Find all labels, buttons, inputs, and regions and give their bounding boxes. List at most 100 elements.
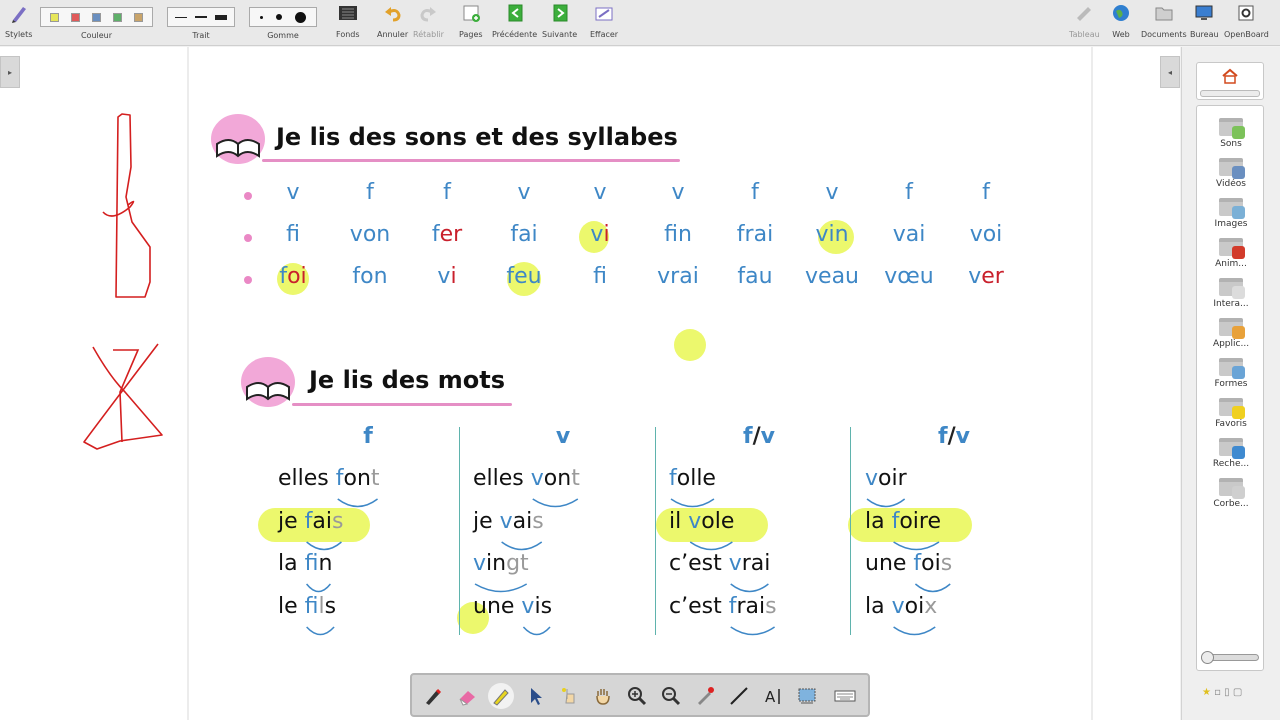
word-part: t bbox=[370, 466, 380, 491]
syllable-part: in bbox=[677, 222, 692, 247]
laser-pointer-icon[interactable] bbox=[692, 683, 718, 709]
syllable-part: œu bbox=[897, 264, 934, 289]
word-item: le fils bbox=[278, 594, 336, 619]
line-tool-icon[interactable] bbox=[726, 683, 752, 709]
effacer-button[interactable]: Effacer bbox=[590, 2, 618, 39]
eraser-medium-button[interactable] bbox=[275, 14, 282, 20]
library-item-applic[interactable]: Applic... bbox=[1197, 318, 1265, 349]
precedente-button[interactable]: Précédente bbox=[492, 2, 537, 39]
word-part: c’est bbox=[669, 594, 729, 619]
library-scrollbar[interactable] bbox=[1200, 90, 1260, 97]
eraser-size-group bbox=[249, 7, 317, 27]
word-part: f bbox=[304, 551, 319, 576]
zoom-out-icon[interactable] bbox=[658, 683, 684, 709]
syllable-part: v bbox=[892, 222, 906, 247]
page-icon[interactable]: ▯ bbox=[1224, 687, 1230, 698]
word-part: f bbox=[304, 594, 319, 619]
stylets-button[interactable]: Stylets bbox=[5, 2, 32, 39]
line-thick-button[interactable] bbox=[215, 14, 227, 20]
syllable-part: v bbox=[969, 222, 983, 247]
syllable-part: er bbox=[981, 264, 1004, 289]
word-part: v bbox=[530, 466, 544, 491]
folder-badge bbox=[1232, 166, 1245, 179]
toggle-library-panel[interactable]: ◂ bbox=[1160, 56, 1180, 88]
folder-badge bbox=[1232, 406, 1245, 419]
bureau-label: Bureau bbox=[1190, 30, 1219, 39]
highlighter-tool-icon[interactable] bbox=[488, 683, 514, 709]
color-swatch-brown[interactable] bbox=[134, 12, 143, 22]
effacer-label: Effacer bbox=[590, 30, 619, 39]
interact-tool-icon[interactable] bbox=[556, 683, 582, 709]
syllable-part: eau bbox=[818, 264, 859, 289]
zoom-slider[interactable] bbox=[1201, 651, 1259, 664]
retablir-button[interactable]: Rétablir bbox=[413, 2, 444, 39]
folder-badge bbox=[1232, 446, 1245, 459]
svg-text:A: A bbox=[765, 688, 776, 706]
retablir-label: Rétablir bbox=[413, 30, 444, 39]
web-button[interactable]: Web bbox=[1110, 2, 1132, 39]
toggle-pages-panel[interactable]: ▸ bbox=[0, 56, 20, 88]
syllable: fer bbox=[432, 222, 462, 247]
pages-button[interactable]: Pages bbox=[459, 2, 483, 39]
color-swatch-green[interactable] bbox=[113, 12, 122, 22]
library-item-intera[interactable]: Intera... bbox=[1197, 278, 1265, 309]
bureau-button[interactable]: Bureau bbox=[1190, 2, 1219, 39]
word-item: folle bbox=[669, 466, 716, 491]
hand-tool-icon[interactable] bbox=[590, 683, 616, 709]
library-item-anim[interactable]: Anim... bbox=[1197, 238, 1265, 269]
eraser-tool-icon[interactable] bbox=[454, 683, 480, 709]
color-swatch-yellow[interactable] bbox=[50, 12, 59, 22]
fonds-button[interactable]: Fonds bbox=[336, 2, 360, 39]
tableau-button[interactable]: Tableau bbox=[1069, 2, 1100, 39]
library-item-reche[interactable]: Reche... bbox=[1197, 438, 1265, 469]
new-folder-icon[interactable]: ▫ bbox=[1214, 687, 1221, 698]
zoom-slider-handle[interactable] bbox=[1201, 651, 1214, 664]
syllable-part: v bbox=[805, 264, 819, 289]
color-swatch-red[interactable] bbox=[71, 12, 80, 22]
openboard-menu-button[interactable]: OpenBoard bbox=[1224, 2, 1269, 39]
suivante-button[interactable]: Suivante bbox=[542, 2, 577, 39]
annuler-button[interactable]: Annuler bbox=[377, 2, 408, 39]
select-tool-icon[interactable] bbox=[522, 683, 548, 709]
column-header-letter: v bbox=[760, 424, 775, 449]
folder-badge bbox=[1232, 126, 1245, 139]
word-part: is bbox=[534, 594, 553, 619]
search-folder-icon bbox=[1219, 438, 1245, 459]
delete-icon[interactable]: ▢ bbox=[1233, 687, 1242, 698]
eraser-small-button[interactable] bbox=[259, 15, 263, 19]
sound-folder-icon bbox=[1219, 118, 1245, 139]
library-item-sons[interactable]: Sons bbox=[1197, 118, 1265, 149]
library-item-images[interactable]: Images bbox=[1197, 198, 1265, 229]
word-part: s bbox=[324, 594, 337, 619]
board-canvas[interactable]: Je lis des sons et des syllabes v f f v v v f v f… bbox=[0, 47, 1180, 720]
text-tool-icon[interactable]: A bbox=[760, 683, 786, 709]
word-part: la bbox=[865, 509, 892, 534]
library-item-formes[interactable]: Formes bbox=[1197, 358, 1265, 389]
word-item: c’est frais bbox=[669, 594, 777, 619]
eraser-large-button[interactable] bbox=[295, 11, 307, 23]
syllable: vi bbox=[437, 264, 456, 289]
trash-icon bbox=[1219, 478, 1245, 499]
color-swatch-blue[interactable] bbox=[92, 12, 101, 22]
line-medium-button[interactable] bbox=[195, 16, 207, 18]
zoom-in-icon[interactable] bbox=[624, 683, 650, 709]
stylus-toolbar: A bbox=[410, 673, 870, 717]
capture-tool-icon[interactable] bbox=[794, 683, 820, 709]
library-item-label: Vidéos bbox=[1216, 179, 1246, 189]
library-item-favoris[interactable]: Favoris bbox=[1197, 398, 1265, 429]
column-header: v bbox=[556, 424, 570, 449]
pen-tool-icon[interactable] bbox=[420, 683, 446, 709]
previous-page-icon bbox=[504, 2, 526, 24]
word-item: je vais bbox=[473, 509, 544, 534]
syllable: vrai bbox=[657, 264, 699, 289]
couleur-label: Couleur bbox=[80, 31, 113, 40]
documents-button[interactable]: Documents bbox=[1141, 2, 1187, 39]
library-navigation bbox=[1196, 62, 1264, 100]
syllable: v bbox=[671, 180, 685, 205]
star-icon[interactable]: ★ bbox=[1202, 687, 1211, 698]
library-item-vidéos[interactable]: Vidéos bbox=[1197, 158, 1265, 189]
line-thin-button[interactable] bbox=[175, 16, 187, 18]
home-icon[interactable] bbox=[1221, 68, 1239, 84]
library-item-corbe[interactable]: Corbe... bbox=[1197, 478, 1265, 509]
keyboard-icon[interactable] bbox=[832, 683, 858, 709]
